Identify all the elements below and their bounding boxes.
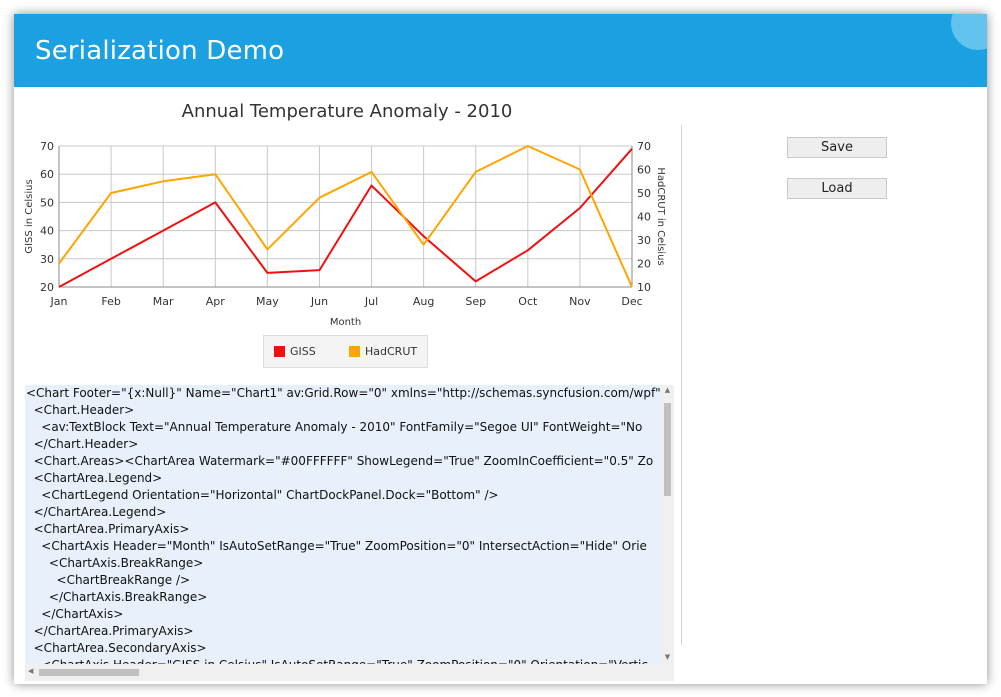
x-tick-label: Feb (101, 295, 120, 308)
y2-tick-label: 20 (637, 258, 651, 271)
xaml-line: </ChartAxis> (26, 607, 124, 621)
vertical-divider (681, 125, 682, 645)
y-tick-label: 30 (40, 253, 54, 266)
x-tick-label: Jan (50, 295, 68, 308)
x-tick-label: Mar (153, 295, 174, 308)
y2-tick-label: 30 (637, 234, 651, 247)
y2-tick-label: 50 (637, 187, 651, 200)
horizontal-scroll-thumb[interactable] (39, 669, 139, 676)
y-tick-label: 60 (40, 168, 54, 181)
x-tick-label: Sep (465, 295, 486, 308)
scroll-down-arrow-icon[interactable]: ▼ (661, 653, 674, 661)
xaml-text-area[interactable]: <Chart Footer="{x:Null}" Name="Chart1" a… (25, 385, 661, 664)
y-tick-label: 70 (40, 140, 54, 153)
series-line-giss (58, 148, 633, 288)
y-tick-label: 40 (40, 225, 54, 238)
xaml-line: <Chart Footer="{x:Null}" Name="Chart1" a… (26, 386, 661, 400)
x-tick-label: Jul (364, 295, 378, 308)
xaml-line: </ChartArea.Legend> (26, 505, 167, 519)
vertical-scrollbar[interactable]: ▲ ▼ (661, 385, 674, 664)
xaml-line: <ChartLegend Orientation="Horizontal" Ch… (26, 488, 499, 502)
x-tick-label: Oct (518, 295, 538, 308)
x-tick-label: Nov (569, 295, 591, 308)
x-tick-label: Dec (621, 295, 642, 308)
xaml-content: <Chart Footer="{x:Null}" Name="Chart1" a… (25, 385, 661, 664)
xaml-line: <Chart.Header> (26, 403, 135, 417)
chart-title: Annual Temperature Anomaly - 2010 (181, 101, 513, 122)
y-axis-title: GISS in Celsius (24, 179, 35, 253)
series-line-hadcrut (58, 145, 633, 288)
y2-tick-label: 60 (637, 164, 651, 177)
scroll-left-arrow-icon[interactable]: ◀ (28, 667, 33, 675)
legend-label-hadcrut: HadCRUT (365, 345, 418, 358)
scroll-up-arrow-icon[interactable]: ▲ (661, 386, 674, 394)
window-title: Serialization Demo (35, 36, 285, 66)
y-tick-label: 50 (40, 196, 54, 209)
xaml-line: <ChartArea.Legend> (26, 471, 163, 485)
xaml-line: <ChartBreakRange /> (26, 573, 191, 587)
close-button[interactable]: × (951, 14, 987, 50)
xaml-line: <ChartArea.SecondaryAxis> (26, 641, 207, 655)
x-tick-label: Jun (310, 295, 328, 308)
legend-label-giss: GISS (290, 345, 316, 358)
save-button[interactable]: Save (787, 137, 887, 158)
x-tick-label: May (256, 295, 279, 308)
x-tick-label: Aug (413, 295, 434, 308)
x-axis-title: Month (330, 317, 361, 328)
vertical-scroll-thumb[interactable] (664, 403, 671, 496)
y-tick-label: 20 (40, 281, 54, 294)
xaml-line: <ChartAxis.BreakRange> (26, 556, 204, 570)
app-window: Serialization Demo × Annual Temperature … (14, 14, 987, 684)
y2-tick-label: 70 (637, 140, 651, 153)
y2-axis-title: HadCRUT in Celsius (655, 167, 666, 265)
xaml-line: </ChartArea.PrimaryAxis> (26, 624, 194, 638)
line-chart: 20 30 40 50 60 70 10 20 30 40 50 60 70 Jan Feb Mar Apr Ma… (24, 140, 666, 328)
chart-legend: GISS HadCRUT (263, 335, 428, 368)
legend-swatch-giss (274, 346, 285, 357)
xaml-line: <ChartArea.PrimaryAxis> (26, 522, 190, 536)
y2-tick-label: 10 (637, 281, 651, 294)
xaml-line: </Chart.Header> (26, 437, 139, 451)
xaml-line: <Chart.Areas><ChartArea Watermark="#00FF… (26, 454, 654, 468)
legend-item-hadcrut: HadCRUT (349, 345, 417, 358)
xaml-line: <av:TextBlock Text="Annual Temperature A… (26, 420, 643, 434)
legend-swatch-hadcrut (349, 346, 360, 357)
title-bar: Serialization Demo × (14, 14, 987, 87)
load-button[interactable]: Load (787, 178, 887, 199)
xaml-line: <ChartAxis Header="Month" IsAutoSetRange… (26, 539, 647, 553)
x-tick-label: Apr (206, 295, 226, 308)
y2-tick-label: 40 (637, 211, 651, 224)
legend-item-giss: GISS (274, 345, 316, 358)
horizontal-scrollbar[interactable]: ◀ (25, 664, 661, 681)
scrollbar-corner (661, 664, 674, 681)
xaml-line: </ChartAxis.BreakRange> (26, 590, 208, 604)
